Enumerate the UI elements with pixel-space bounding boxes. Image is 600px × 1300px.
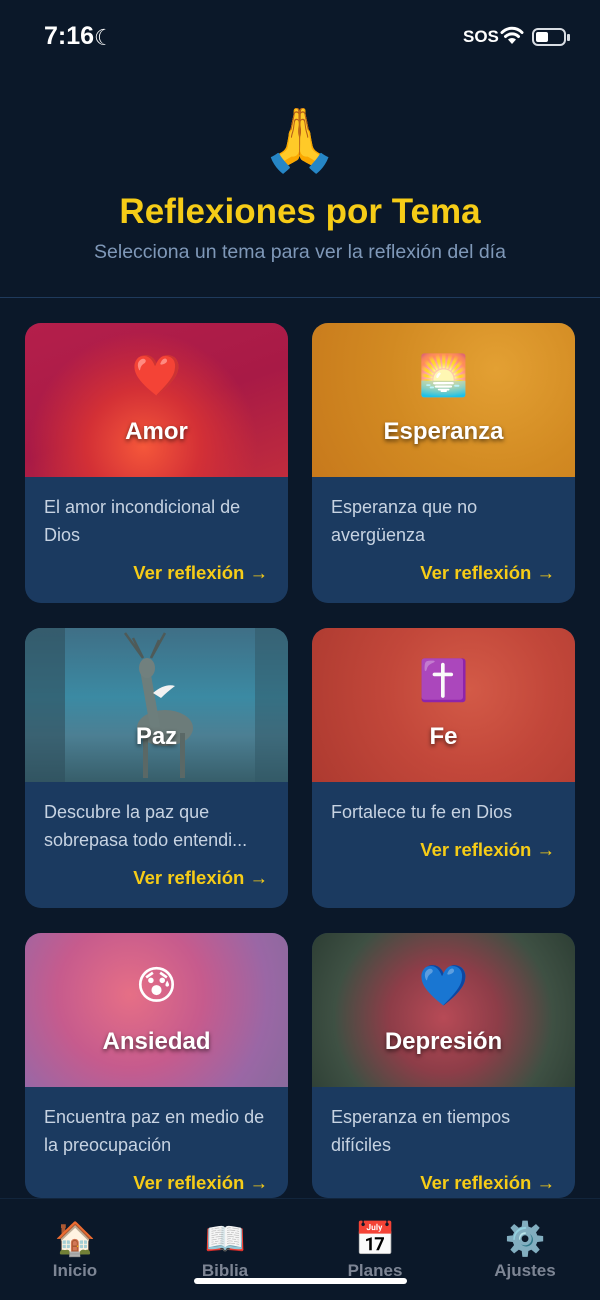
view-reflection-link[interactable]: Ver reflexión →	[133, 867, 268, 889]
topic-description: Encuentra paz en medio de la preocupació…	[44, 1107, 265, 1155]
praying-hands-icon: 🙏	[261, 106, 339, 175]
tab-inicio[interactable]: 🏠 Inicio	[20, 1219, 130, 1281]
topic-description: El amor incondicional de Dios	[44, 497, 241, 545]
topic-description: Esperanza que no avergüenza	[331, 497, 478, 545]
topic-title: Fe	[429, 723, 458, 750]
status-time: 7:16	[44, 22, 95, 50]
tab-label: Inicio	[52, 1261, 98, 1280]
topic-card-depresion[interactable]: 💙 Depresión Esperanza en tiempos difícil…	[312, 933, 575, 1198]
bottom-tab-bar: 🏠 Inicio 📖 Biblia 📅 Planes ⚙️ Ajustes	[0, 1198, 600, 1300]
sunrise-icon: 🌅	[418, 354, 469, 398]
cross-icon: ✝️	[418, 659, 469, 703]
topic-image	[25, 628, 288, 782]
book-icon: 📖	[204, 1220, 246, 1257]
sos-indicator: SOS	[463, 27, 499, 46]
topic-card-paz[interactable]: Paz Descubre la paz que sobrepasa todo e…	[25, 628, 288, 908]
tab-ajustes[interactable]: ⚙️ Ajustes	[470, 1219, 580, 1281]
tab-biblia[interactable]: 📖 Biblia	[170, 1219, 280, 1281]
home-indicator[interactable]	[194, 1278, 407, 1284]
topic-title: Amor	[125, 418, 188, 445]
topic-title: Esperanza	[383, 418, 504, 445]
moon-icon: ☾	[94, 25, 114, 50]
view-reflection-link[interactable]: Ver reflexión →	[420, 839, 555, 861]
house-icon: 🏠	[54, 1220, 96, 1257]
topic-title: Paz	[135, 723, 178, 750]
blue-heart-icon: 💙	[418, 964, 469, 1008]
wifi-icon	[500, 26, 524, 44]
topic-description: Descubre la paz que sobrepasa todo enten…	[44, 802, 248, 850]
view-reflection-link[interactable]: Ver reflexión →	[133, 1172, 268, 1194]
view-reflection-link[interactable]: Ver reflexión →	[420, 1172, 555, 1194]
deer-dove-illustration	[25, 628, 288, 782]
topic-card-ansiedad[interactable]: 😰 Ansiedad Encuentra paz en medio de la …	[25, 933, 288, 1198]
header-divider	[0, 297, 600, 298]
topic-card-amor[interactable]: ❤️ Amor El amor incondicional de Dios Ve…	[25, 323, 288, 603]
page-subtitle: Selecciona un tema para ver la reflexión…	[94, 241, 506, 263]
heart-icon: ❤️	[131, 354, 182, 398]
status-bar: 7:16 ☾ SOS	[0, 0, 600, 80]
topic-card-fe[interactable]: ✝️ Fe Fortalece tu fe en Dios Ver reflex…	[312, 628, 575, 908]
view-reflection-link[interactable]: Ver reflexión →	[133, 562, 268, 584]
topic-description: Esperanza en tiempos difíciles	[331, 1107, 511, 1155]
topic-card-esperanza[interactable]: 🌅 Esperanza Esperanza que no avergüenza …	[312, 323, 575, 603]
tab-label: Ajustes	[494, 1261, 556, 1280]
tab-planes[interactable]: 📅 Planes	[320, 1219, 430, 1281]
topic-title: Ansiedad	[102, 1028, 211, 1055]
battery-icon	[532, 28, 570, 46]
page-title: Reflexiones por Tema	[119, 192, 481, 231]
topic-description: Fortalece tu fe en Dios	[331, 802, 513, 822]
calendar-icon: 📅	[354, 1220, 396, 1257]
topic-title: Depresión	[384, 1028, 503, 1055]
gear-icon: ⚙️	[504, 1220, 546, 1257]
view-reflection-link[interactable]: Ver reflexión →	[420, 562, 555, 584]
anxious-face-icon: 😰	[135, 964, 178, 1008]
